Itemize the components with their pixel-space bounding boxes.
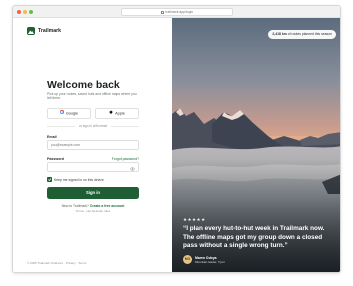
mountain-logo-icon [27, 27, 35, 35]
minimize-window-button[interactable] [23, 10, 27, 14]
google-icon [59, 109, 64, 118]
login-panel: Trailmark Welcome back Pick up your rout… [13, 18, 172, 272]
page-title: Welcome back [47, 79, 120, 91]
avatar: MO [183, 255, 192, 264]
stats-count: 2,418 km [272, 32, 287, 36]
url-text: trailmark.app/login [165, 10, 194, 14]
lock-icon [160, 10, 164, 14]
stats-badge: 2,418 km of routes planned this season [268, 30, 336, 39]
remember-label: Keep me signed in on this device [54, 177, 104, 182]
author-role: Mountain leader, Tyrol [195, 260, 225, 264]
terms-links[interactable]: Terms · Hut Network rules [47, 209, 139, 213]
apple-button-label: Apple [115, 111, 125, 116]
check-icon [47, 178, 52, 181]
testimonial-quote: “I plan every hut-to-hut week in Trailma… [183, 225, 325, 250]
email-label: Email [47, 135, 57, 139]
brand-name: Trailmark [38, 28, 62, 34]
forgot-password-link[interactable]: Forgot password? [112, 157, 139, 161]
close-window-button[interactable] [17, 10, 21, 14]
remember-checkbox[interactable] [47, 177, 52, 182]
apple-signin-button[interactable]: Apple [95, 108, 139, 119]
signup-prefix: New to Trailmark? [61, 204, 89, 208]
author-name: Maren Odoya [195, 255, 217, 260]
page-subtitle: Pick up your routes, saved huts and offl… [47, 92, 137, 101]
password-label: Password [47, 157, 64, 161]
browser-window: trailmark.app/login Trailmark Welcome ba… [12, 5, 341, 273]
testimonial: ★★★★★ “I plan every hut-to-hut week in T… [183, 217, 335, 251]
maximize-window-button[interactable] [29, 10, 33, 14]
eye-icon[interactable] [129, 166, 136, 174]
footer-text: © 2025 Trailmark Outdoors · Privacy · Te… [27, 261, 87, 265]
or-divider: or sign in with email [47, 124, 139, 128]
google-button-label: Google [65, 111, 79, 116]
email-field[interactable] [47, 140, 139, 150]
signin-button[interactable]: Sign in [47, 187, 139, 199]
apple-icon [109, 109, 113, 118]
create-account-link[interactable]: Create a free account [90, 204, 125, 208]
address-bar[interactable]: trailmark.app/login [121, 8, 233, 16]
browser-titlebar: trailmark.app/login [13, 6, 340, 18]
rating-stars: ★★★★★ [183, 217, 206, 222]
hero-panel: 2,418 km of routes planned this season ★… [172, 18, 340, 272]
password-field[interactable] [47, 162, 139, 172]
signup-prompt: New to Trailmark? Create a free account [47, 204, 139, 208]
stats-text: of routes planned this season [287, 32, 332, 36]
google-signin-button[interactable]: Google [47, 108, 91, 119]
